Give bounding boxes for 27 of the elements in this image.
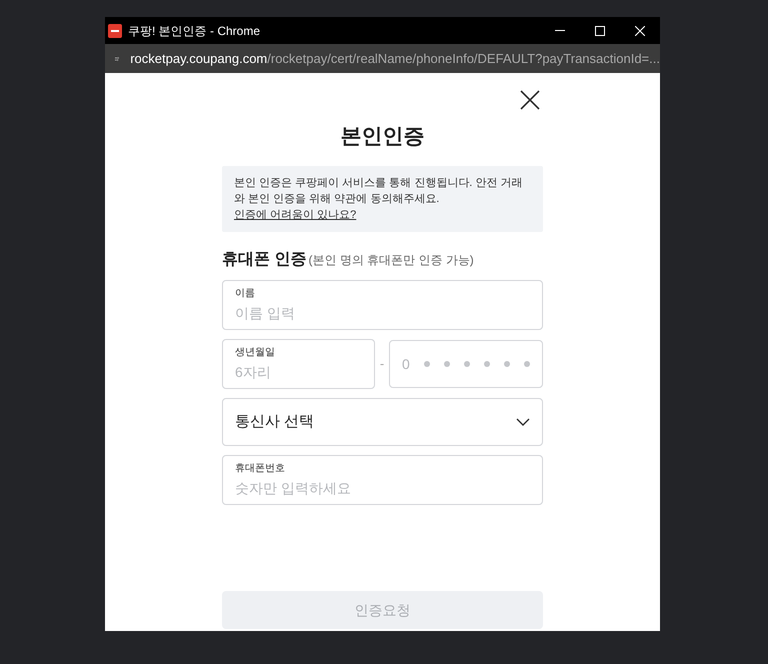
close-button[interactable] (518, 88, 542, 112)
close-icon (520, 90, 540, 110)
field-input[interactable]: 숫자만 입력하세요 (235, 478, 530, 498)
field-input[interactable]: 6자리 (235, 362, 362, 382)
separator: - (378, 355, 386, 374)
url-text[interactable]: rocketpay.coupang.com/rocketpay/cert/realName/phoneInfo/DEFAULT?payTransactionId=... (130, 48, 660, 68)
input-field[interactable]: 생년월일 6자리 (222, 339, 375, 389)
input-field[interactable]: 이름 이름 입력 (222, 280, 543, 330)
notice-text: 본인 인증은 쿠팡페이 서비스를 통해 진행됩니다. 안전 거래와 본인 인증을 위해 약관에 동의해주세요. 인증에 어려움이 있나요? (234, 176, 524, 223)
masked-dots-icon (424, 361, 530, 367)
dialog-title: 본인인증 (340, 124, 424, 150)
carrier-select[interactable]: 통신사 선택 (222, 398, 543, 446)
field-label: 생년월일 (235, 346, 276, 360)
close-icon (635, 26, 645, 36)
section-title: 휴대폰 인증 (222, 250, 306, 270)
input-field[interactable]: 휴대폰번호 숫자만 입력하세요 (222, 455, 543, 505)
minimize-icon (555, 30, 565, 31)
digit-text: 0 (402, 354, 410, 374)
field-label: 이름 (235, 287, 256, 301)
chevron-down-icon (516, 418, 530, 426)
window-title: 쿠팡! 본인인증 - Chrome (128, 22, 260, 40)
field-input[interactable]: 이름 입력 (235, 303, 530, 323)
maximize-icon (595, 26, 605, 36)
section-note: (본인 명의 휴대폰만 인증 가능) (308, 252, 474, 269)
help-link[interactable]: 인증에 어려움이 있나요? (234, 209, 356, 221)
field-label: 휴대폰번호 (235, 462, 286, 476)
site-logo-icon (108, 24, 122, 38)
